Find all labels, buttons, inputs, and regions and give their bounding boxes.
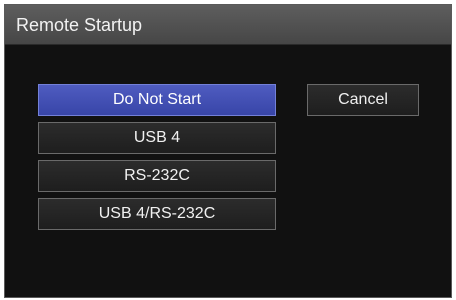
option-label: USB 4/RS-232C: [98, 205, 216, 222]
option-usb-4-rs-232c[interactable]: USB 4/RS-232C: [38, 198, 276, 230]
option-rs-232c[interactable]: RS-232C: [38, 160, 276, 192]
cancel-label: Cancel: [338, 91, 388, 108]
option-do-not-start[interactable]: Do Not Start: [38, 84, 276, 116]
title-bar: Remote Startup: [5, 5, 451, 45]
option-usb-4[interactable]: USB 4: [38, 122, 276, 154]
dialog-title: Remote Startup: [16, 15, 143, 35]
option-label: RS-232C: [124, 167, 190, 184]
option-label: USB 4: [133, 129, 181, 146]
cancel-button[interactable]: Cancel: [307, 84, 419, 116]
option-label: Do Not Start: [112, 91, 202, 108]
remote-startup-dialog: Remote Startup Do Not Start USB 4 RS-232…: [4, 4, 452, 298]
